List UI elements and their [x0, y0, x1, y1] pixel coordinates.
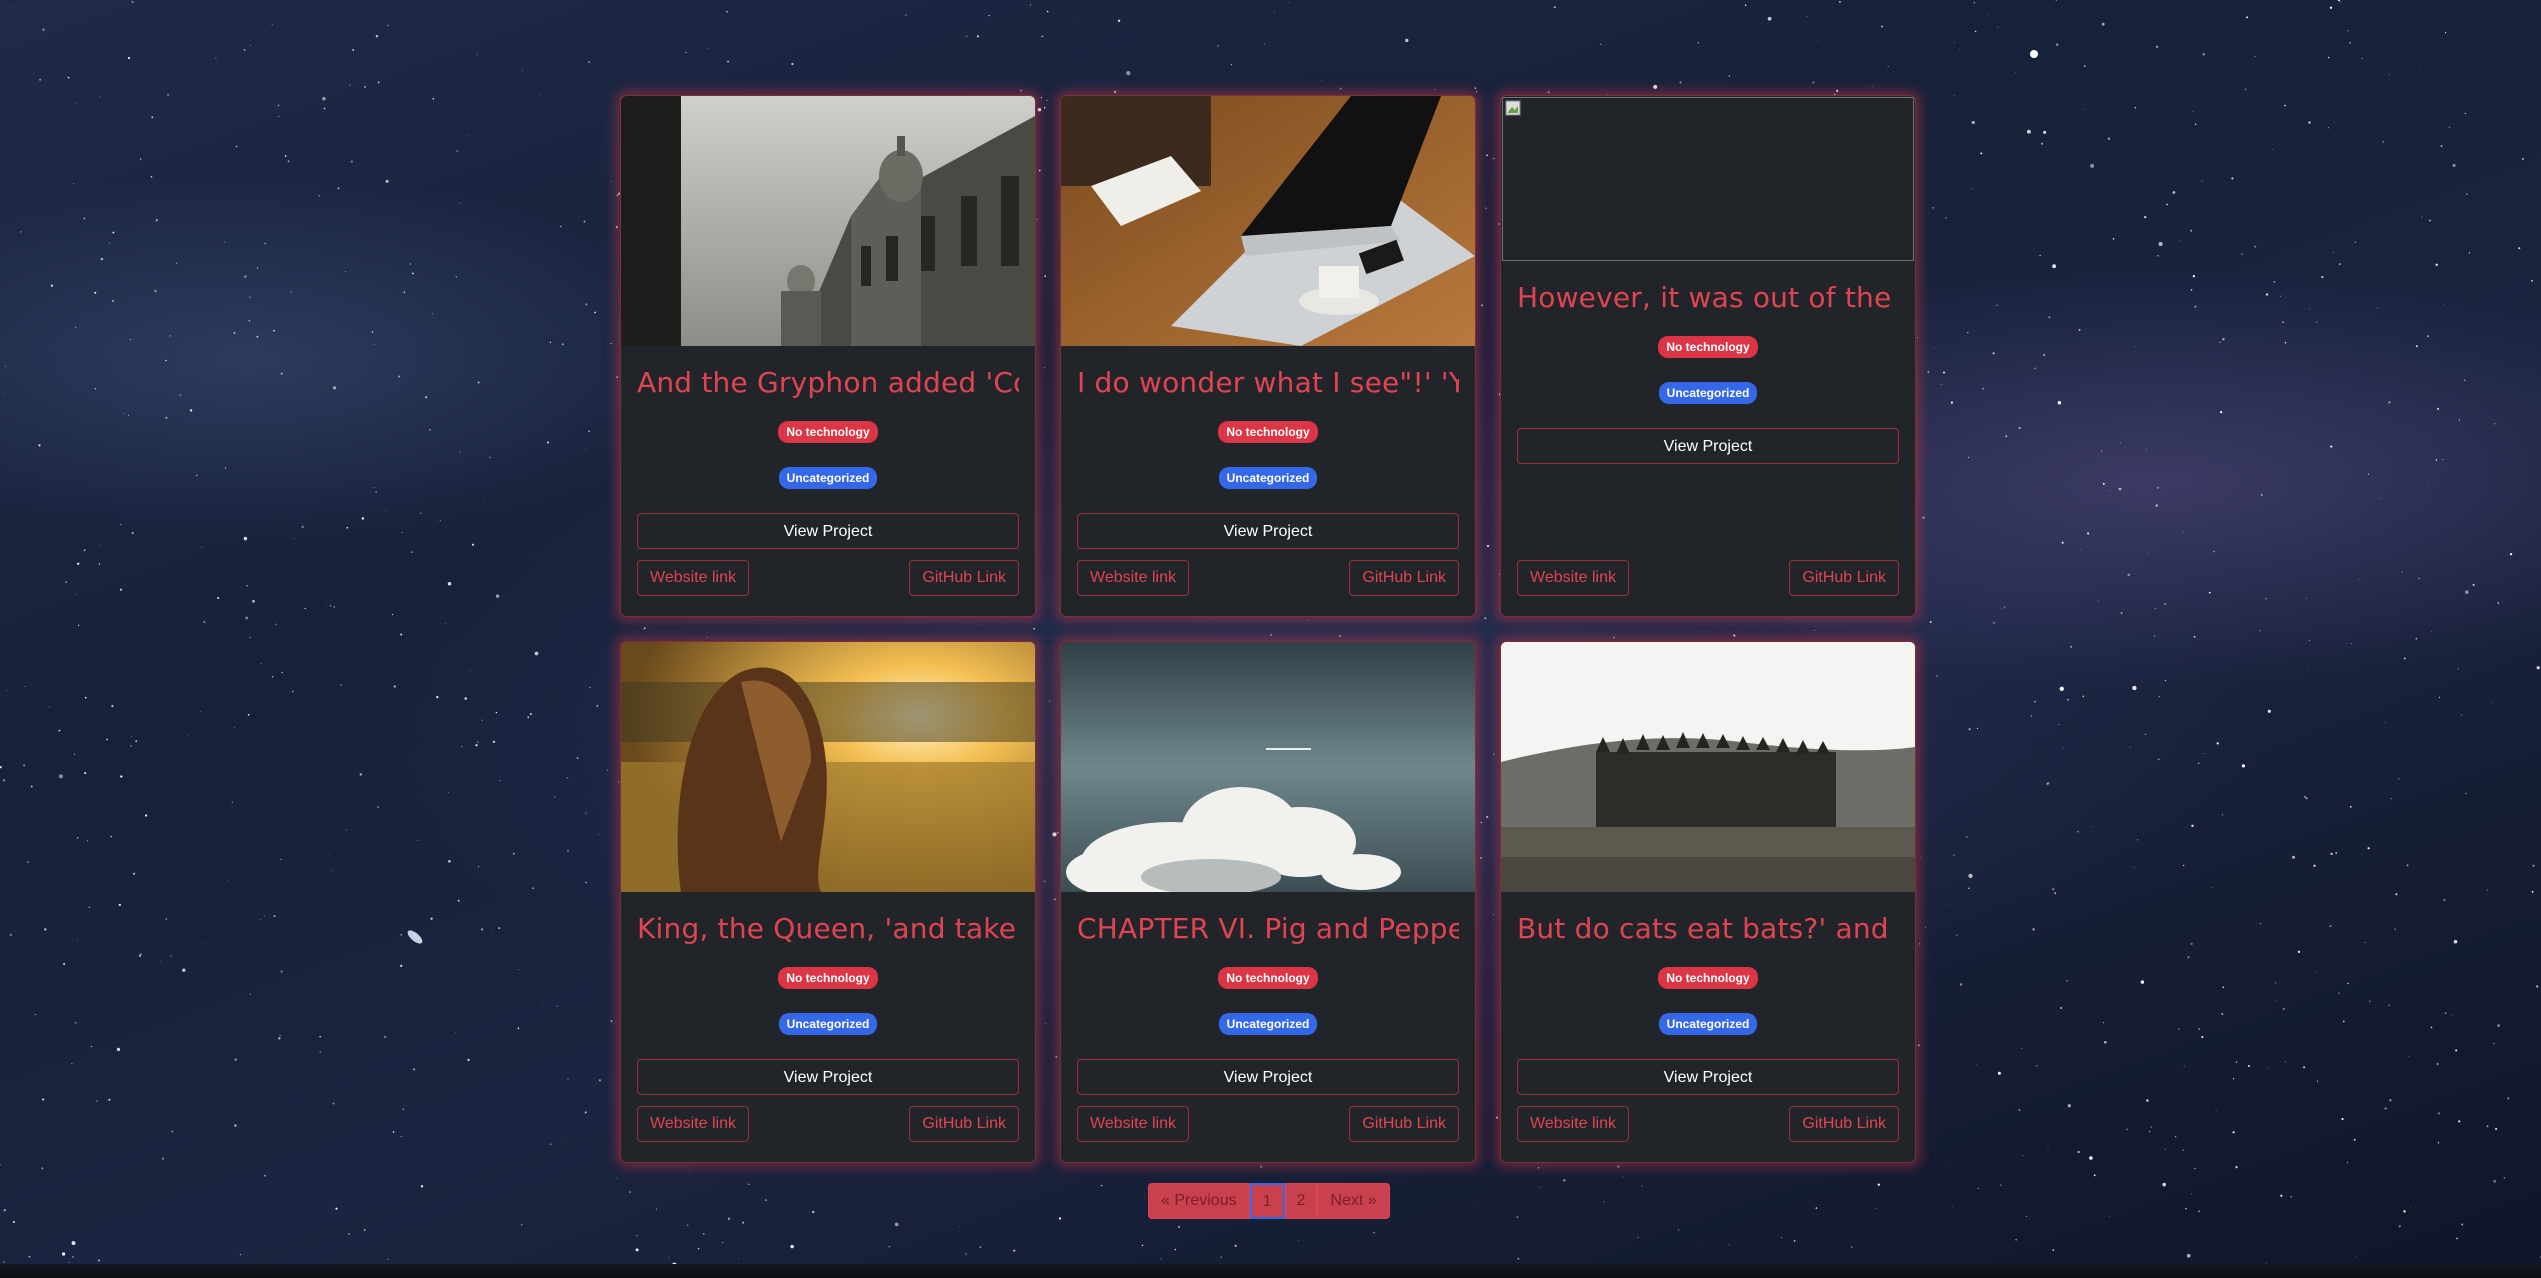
website-link-button[interactable]: Website link: [1077, 560, 1189, 596]
github-link-button[interactable]: GitHub Link: [909, 1106, 1019, 1142]
project-title[interactable]: King, the Queen, 'and take t...: [637, 912, 1019, 945]
project-image: [621, 96, 1035, 346]
project-title[interactable]: But do cats eat bats?' and s...: [1517, 912, 1899, 945]
project-image: [1061, 642, 1475, 892]
category-badge: Uncategorized: [778, 467, 878, 489]
view-project-button[interactable]: View Project: [637, 1059, 1019, 1095]
project-card: King, the Queen, 'and take t... No techn…: [620, 641, 1036, 1163]
category-badge: Uncategorized: [778, 1013, 878, 1035]
project-card: CHAPTER VI. Pig and Peppe... No technolo…: [1060, 641, 1476, 1163]
project-title[interactable]: However, it was out of the j...: [1517, 281, 1899, 314]
previous-page-button[interactable]: « Previous: [1148, 1183, 1250, 1219]
technology-badge: No technology: [1658, 336, 1758, 358]
category-badge: Uncategorized: [1218, 467, 1318, 489]
broken-image-icon: [1505, 100, 1521, 116]
technology-badge: No technology: [778, 967, 878, 989]
website-link-button[interactable]: Website link: [1077, 1106, 1189, 1142]
next-page-button[interactable]: Next »: [1317, 1183, 1390, 1219]
technology-badge: No technology: [1218, 967, 1318, 989]
pagination: « Previous 1 2 Next »: [1148, 1183, 1390, 1219]
project-title[interactable]: CHAPTER VI. Pig and Peppe...: [1077, 912, 1459, 945]
project-card: And the Gryphon added 'Co... No technolo…: [620, 95, 1036, 617]
website-link-button[interactable]: Website link: [637, 560, 749, 596]
view-project-button[interactable]: View Project: [1517, 1059, 1899, 1095]
category-badge: Uncategorized: [1658, 1013, 1758, 1035]
view-project-button[interactable]: View Project: [1517, 428, 1899, 464]
category-badge: Uncategorized: [1218, 1013, 1318, 1035]
technology-badge: No technology: [1218, 421, 1318, 443]
view-project-button[interactable]: View Project: [637, 513, 1019, 549]
technology-badge: No technology: [778, 421, 878, 443]
github-link-button[interactable]: GitHub Link: [909, 560, 1019, 596]
page-2-button[interactable]: 2: [1284, 1183, 1318, 1219]
github-link-button[interactable]: GitHub Link: [1789, 1106, 1899, 1142]
github-link-button[interactable]: GitHub Link: [1349, 560, 1459, 596]
project-title[interactable]: I do wonder what I see"!' 'Y...: [1077, 366, 1459, 399]
project-card: However, it was out of the j... No techn…: [1500, 95, 1916, 617]
view-project-button[interactable]: View Project: [1077, 513, 1459, 549]
website-link-button[interactable]: Website link: [1517, 1106, 1629, 1142]
website-link-button[interactable]: Website link: [1517, 560, 1629, 596]
project-title[interactable]: And the Gryphon added 'Co...: [637, 366, 1019, 399]
github-link-button[interactable]: GitHub Link: [1789, 560, 1899, 596]
technology-badge: No technology: [1658, 967, 1758, 989]
website-link-button[interactable]: Website link: [637, 1106, 749, 1142]
github-link-button[interactable]: GitHub Link: [1349, 1106, 1459, 1142]
project-image: [1501, 642, 1915, 892]
project-image: [1061, 96, 1475, 346]
project-image: [621, 642, 1035, 892]
category-badge: Uncategorized: [1658, 382, 1758, 404]
project-image: [1502, 97, 1914, 261]
project-card: I do wonder what I see"!' 'Y... No techn…: [1060, 95, 1476, 617]
page-1-button[interactable]: 1: [1249, 1183, 1285, 1219]
project-card: But do cats eat bats?' and s... No techn…: [1500, 641, 1916, 1163]
bottom-edge: [0, 1264, 2541, 1278]
view-project-button[interactable]: View Project: [1077, 1059, 1459, 1095]
